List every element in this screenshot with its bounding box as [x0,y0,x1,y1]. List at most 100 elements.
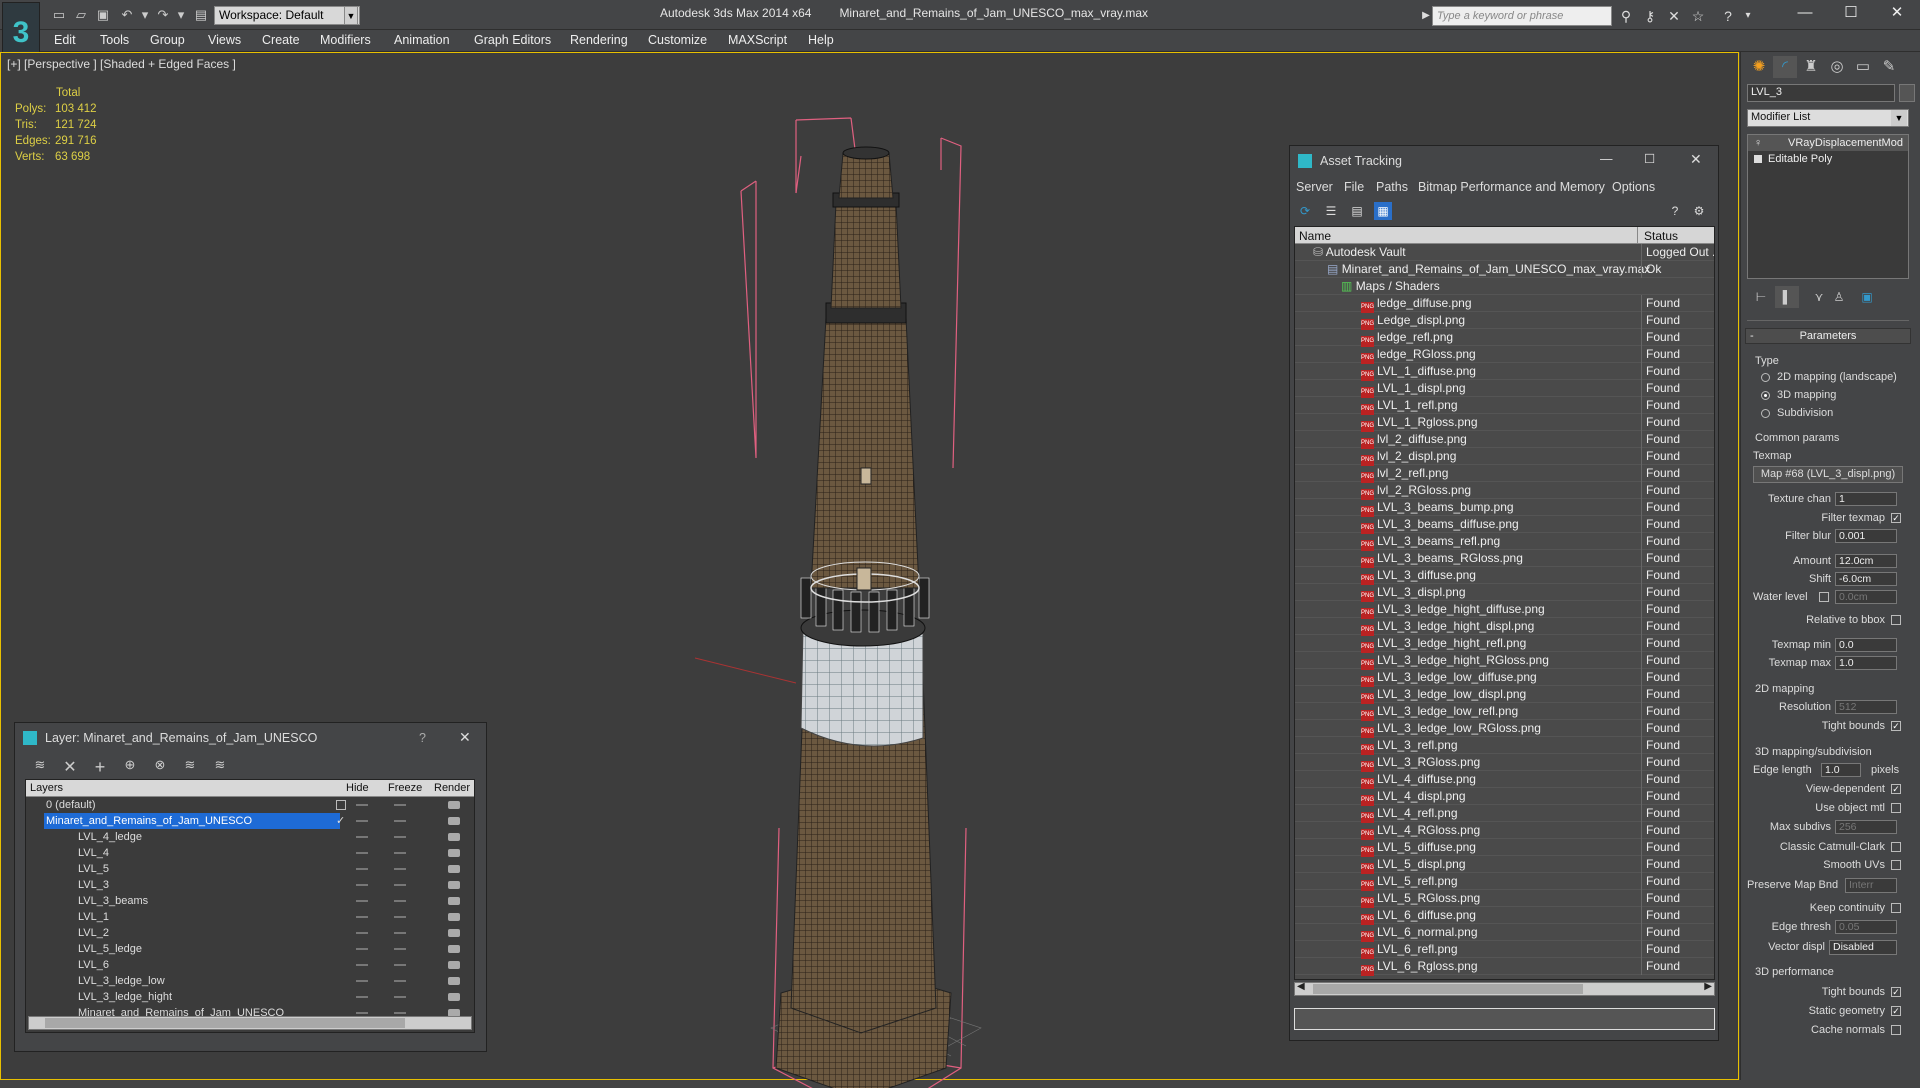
asset-map-row[interactable]: PNG LVL_3_refl.png Found [1295,737,1714,755]
render-icon[interactable] [448,945,460,953]
remove-modifier-icon[interactable]: ♙ [1827,286,1851,308]
asset-map-row[interactable]: PNG LVL_3_ledge_low_RGloss.png Found [1295,720,1714,738]
menu-help[interactable]: Help [808,33,834,47]
asset-map-row[interactable]: PNG LVL_1_refl.png Found [1295,397,1714,415]
menu-server[interactable]: Server [1296,180,1333,194]
chevron-down-icon[interactable]: ▼ [1891,110,1907,126]
redo-icon[interactable]: ↷ [154,6,172,24]
add-to-layer-icon[interactable]: + [89,757,111,777]
asset-map-row[interactable]: PNG ledge_refl.png Found [1295,329,1714,347]
asset-row[interactable]: ▥ Maps / Shaders [1295,278,1714,295]
menu-paths[interactable]: Paths [1376,180,1408,194]
layer-panel-titlebar[interactable]: Layer: Minaret_and_Remains_of_Jam_UNESCO… [15,723,486,753]
undo-dropdown-icon[interactable]: ▾ [136,6,154,24]
layer-row[interactable]: LVL_5 [26,861,474,877]
menu-maxscript[interactable]: MAXScript [728,33,787,47]
column-hide[interactable]: Hide [346,782,369,794]
binoculars-icon[interactable]: ⚲ [1616,6,1636,26]
help-icon[interactable]: ? [1718,6,1738,26]
detail-view-icon[interactable]: ▤ [1348,202,1366,220]
delete-layer-icon[interactable]: ✕ [59,757,81,776]
maximize-icon[interactable]: ☐ [1644,151,1655,166]
render-icon[interactable] [448,929,460,937]
asset-map-row[interactable]: PNG LVL_3_ledge_hight_RGloss.png Found [1295,652,1714,670]
asset-panel-titlebar[interactable]: Asset Tracking — ☐ ✕ [1290,146,1718,176]
asset-map-row[interactable]: PNG LVL_4_diffuse.png Found [1295,771,1714,789]
menu-options[interactable]: Options [1612,180,1655,194]
viewport-label[interactable]: [+] [Perspective ] [Shaded + Edged Faces… [7,57,236,71]
water-level-spinner[interactable]: 0.0cm [1835,590,1897,604]
texmap-min-spinner[interactable]: 0.0 [1835,638,1897,652]
filter-blur-spinner[interactable]: 0.001 [1835,529,1897,543]
texmap-button[interactable]: Map #68 (LVL_3_displ.png) [1753,466,1903,483]
asset-map-row[interactable]: PNG LVL_3_diffuse.png Found [1295,567,1714,585]
menu-customize[interactable]: Customize [648,33,707,47]
asset-map-row[interactable]: PNG LVL_3_ledge_hight_displ.png Found [1295,618,1714,636]
render-icon[interactable] [448,881,460,889]
close-icon[interactable]: ✕ [1690,151,1702,168]
use-object-mtl-checkbox[interactable] [1891,803,1901,813]
layer-row[interactable]: LVL_3_ledge_low [26,973,474,989]
asset-row[interactable]: ⛁ Autodesk Vault Logged Out ... [1295,244,1714,261]
context-help-icon[interactable]: ⚙ [1690,202,1708,220]
layer-row[interactable]: LVL_5_ledge [26,941,474,957]
menu-views[interactable]: Views [208,33,241,47]
cache-normals-checkbox[interactable] [1891,1025,1901,1035]
minaret-model[interactable] [661,108,1041,1088]
new-file-icon[interactable]: ▭ [50,6,68,24]
configure-sets-icon[interactable]: ▣ [1855,286,1879,308]
relative-bbox-checkbox[interactable] [1891,615,1901,625]
water-level-checkbox[interactable] [1819,592,1829,602]
display-tab-icon[interactable]: ▭ [1851,56,1875,78]
amount-spinner[interactable]: 12.0cm [1835,554,1897,568]
workspace-dropdown[interactable]: Workspace: Default [214,6,360,25]
freeze-all-layers-icon[interactable]: ≋ [209,757,231,773]
asset-map-row[interactable]: PNG LVL_5_displ.png Found [1295,856,1714,874]
tight-bounds-perf-checkbox[interactable]: ✓ [1891,987,1901,997]
resolution-spinner[interactable]: 512 [1835,700,1897,714]
layer-row[interactable]: LVL_2 [26,925,474,941]
render-icon[interactable] [448,801,460,809]
chevron-down-icon[interactable]: ▼ [344,6,358,25]
column-render[interactable]: Render [434,782,470,794]
asset-map-row[interactable]: PNG lvl_2_RGloss.png Found [1295,482,1714,500]
asset-map-row[interactable]: PNG LVL_3_ledge_low_diffuse.png Found [1295,669,1714,687]
asset-map-row[interactable]: PNG LVL_4_refl.png Found [1295,805,1714,823]
show-end-result-icon[interactable]: ▌ [1775,286,1799,308]
render-icon[interactable] [448,865,460,873]
object-name-field[interactable]: LVL_3 [1747,84,1895,102]
column-layers[interactable]: Layers [30,782,63,794]
keep-continuity-checkbox[interactable] [1891,903,1901,913]
scroll-left-icon[interactable]: ◀ [1297,981,1305,992]
asset-map-row[interactable]: PNG ledge_diffuse.png Found [1295,295,1714,313]
filter-texmap-checkbox[interactable]: ✓ [1891,513,1901,523]
layer-row[interactable]: LVL_3_ledge_hight [26,989,474,1005]
render-icon[interactable] [448,849,460,857]
max-subdivs-spinner[interactable]: 256 [1835,820,1897,834]
menu-animation[interactable]: Animation [394,33,450,47]
layer-row[interactable]: 0 (default) [26,797,474,813]
classic-catmull-checkbox[interactable] [1891,842,1901,852]
layer-row[interactable]: Minaret_and_Remains_of_Jam_UNESCO ✓ [26,813,474,829]
vector-displ-dropdown[interactable]: Disabled [1829,940,1897,955]
layer-row[interactable]: LVL_1 [26,909,474,925]
lightbulb-icon[interactable]: ♀ [1754,135,1762,151]
asset-map-row[interactable]: PNG LVL_3_beams_refl.png Found [1295,533,1714,551]
close-icon[interactable]: ✕ [459,729,471,746]
exchange-icon[interactable]: ✕ [1664,6,1684,26]
list-view-icon[interactable]: ☰ [1322,202,1340,220]
asset-map-row[interactable]: PNG LVL_1_Rgloss.png Found [1295,414,1714,432]
tight-bounds-checkbox[interactable]: ✓ [1891,721,1901,731]
render-icon[interactable] [448,897,460,905]
column-status[interactable]: Status [1637,227,1678,244]
scrollbar-thumb[interactable] [45,1018,405,1028]
layer-row[interactable]: LVL_3 [26,877,474,893]
layer-horizontal-scrollbar[interactable] [28,1016,472,1030]
help-dropdown-icon[interactable]: ▾ [1738,6,1758,26]
asset-map-row[interactable]: PNG LVL_4_RGloss.png Found [1295,822,1714,840]
render-icon[interactable] [448,833,460,841]
minimize-icon[interactable]: — [1600,152,1613,166]
table-view-icon[interactable]: ▦ [1374,202,1392,220]
radio-subdivision[interactable] [1761,409,1770,418]
close-icon[interactable]: ✕ [1874,0,1920,26]
